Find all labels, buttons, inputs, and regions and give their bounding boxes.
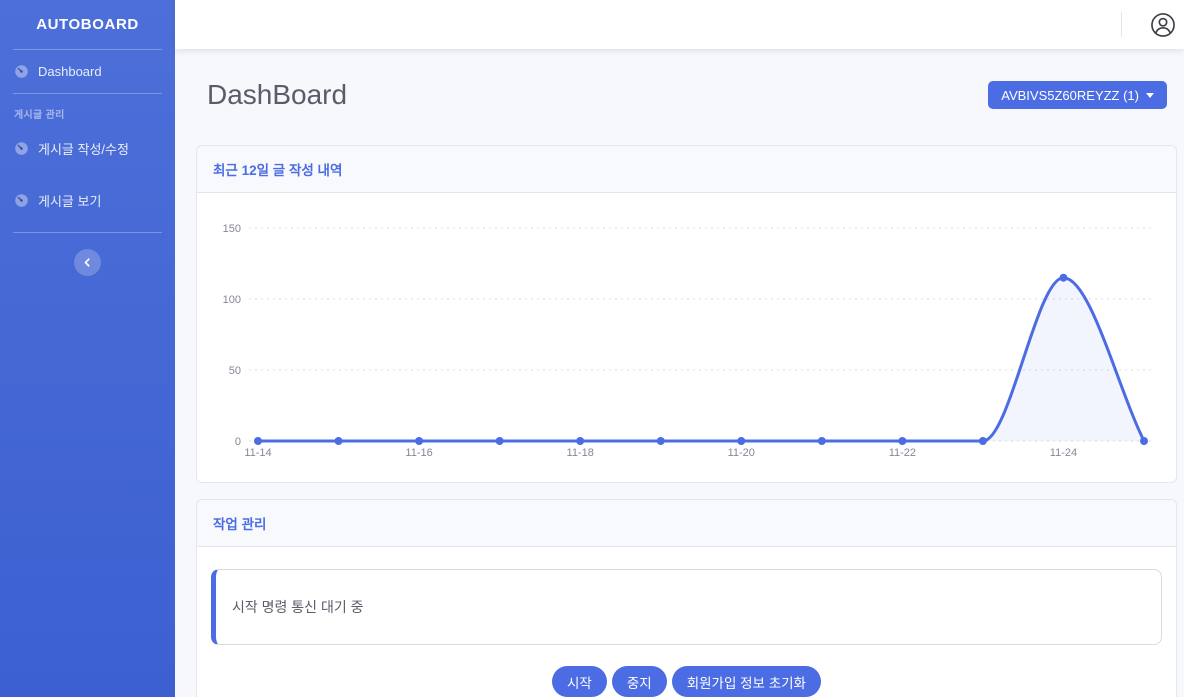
- svg-text:11-20: 11-20: [728, 447, 755, 459]
- sidebar: AUTOBOARD Dashboard 게시글 관리 게시글 작성/수정: [0, 0, 175, 697]
- svg-text:11-22: 11-22: [889, 447, 916, 459]
- sidebar-item-label: Dashboard: [38, 64, 102, 79]
- sidebar-collapse-button[interactable]: [74, 249, 101, 276]
- recent-posts-chart-card: 최근 12일 글 작성 내역 0 50 100 150 11-14 11-16 11-18 1…: [196, 145, 1177, 483]
- stop-button[interactable]: 중지: [612, 666, 667, 697]
- page-title: DashBoard: [207, 79, 347, 111]
- user-menu-button[interactable]: [1150, 12, 1176, 38]
- chart-body: 0 50 100 150 11-14 11-16 11-18 11-20 11-22 11-24: [197, 193, 1176, 482]
- divider: [1121, 12, 1122, 37]
- svg-text:11-14: 11-14: [244, 447, 271, 459]
- sidebar-item-post-view[interactable]: 게시글 보기: [0, 177, 175, 224]
- content-area: DashBoard AVBIVS5Z60REYZZ (1) 최근 12일 글 작…: [175, 49, 1184, 697]
- sidebar-item-dashboard[interactable]: Dashboard: [0, 50, 175, 93]
- caret-down-icon: [1146, 93, 1154, 98]
- svg-text:150: 150: [223, 223, 241, 235]
- speedometer-icon: [14, 193, 29, 208]
- svg-text:100: 100: [223, 294, 241, 306]
- user-circle-icon: [1150, 12, 1176, 38]
- sidebar-section-label: 게시글 관리: [0, 94, 175, 125]
- sidebar-item-label: 게시글 작성/수정: [38, 139, 129, 158]
- account-dropdown-button[interactable]: AVBIVS5Z60REYZZ (1): [988, 81, 1167, 109]
- speedometer-icon: [14, 64, 29, 79]
- line-chart: 0 50 100 150 11-14 11-16 11-18 11-20 11-22 11-24: [211, 211, 1161, 463]
- topbar: [175, 0, 1184, 49]
- svg-text:11-18: 11-18: [567, 447, 594, 459]
- task-card-title: 작업 관리: [197, 500, 1176, 547]
- svg-text:11-16: 11-16: [405, 447, 432, 459]
- main-column: DashBoard AVBIVS5Z60REYZZ (1) 최근 12일 글 작…: [175, 0, 1184, 697]
- svg-text:11-24: 11-24: [1050, 447, 1077, 459]
- brand-title[interactable]: AUTOBOARD: [0, 0, 175, 49]
- chevron-left-icon: [81, 256, 94, 269]
- sidebar-item-label: 게시글 보기: [38, 191, 101, 210]
- svg-text:50: 50: [229, 365, 241, 377]
- status-message: 시작 명령 통신 대기 중: [232, 597, 363, 617]
- task-card-body: 시작 명령 통신 대기 중 시작 중지 회원가입 정보 초기화: [197, 547, 1176, 697]
- page-header: DashBoard AVBIVS5Z60REYZZ (1): [207, 79, 1167, 111]
- task-button-row: 시작 중지 회원가입 정보 초기화: [211, 666, 1162, 697]
- start-button[interactable]: 시작: [552, 666, 607, 697]
- chart-card-title: 최근 12일 글 작성 내역: [197, 146, 1176, 193]
- reset-signup-info-button[interactable]: 회원가입 정보 초기화: [672, 666, 821, 697]
- account-dropdown-label: AVBIVS5Z60REYZZ (1): [1001, 88, 1139, 103]
- divider: [13, 232, 162, 233]
- task-management-card: 작업 관리 시작 명령 통신 대기 중 시작 중지 회원가입 정보 초기화: [196, 499, 1177, 697]
- sidebar-item-post-write[interactable]: 게시글 작성/수정: [0, 125, 175, 172]
- status-alert: 시작 명령 통신 대기 중: [211, 569, 1162, 645]
- speedometer-icon: [14, 141, 29, 156]
- svg-text:0: 0: [235, 436, 241, 448]
